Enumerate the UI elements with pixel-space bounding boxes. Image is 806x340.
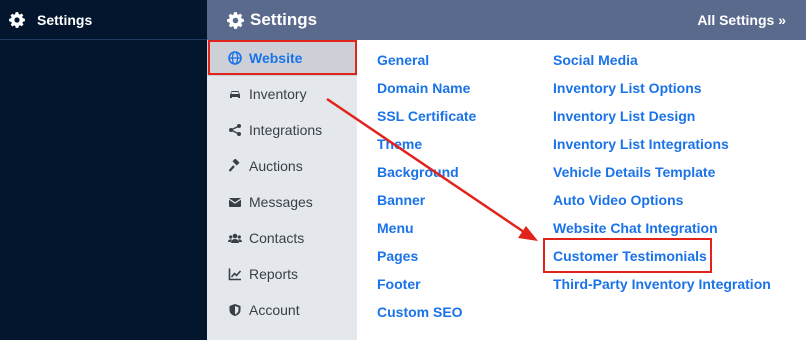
nav-item-website[interactable]: Website [207, 40, 357, 76]
link-theme[interactable]: Theme [377, 130, 476, 158]
all-settings-link[interactable]: All Settings » [697, 12, 786, 28]
shield-icon [228, 303, 242, 317]
link-inventory-list-design[interactable]: Inventory List Design [553, 102, 771, 130]
website-links-column-1: General Domain Name SSL Certificate Them… [377, 46, 476, 326]
nav-item-label: Inventory [249, 86, 307, 102]
nav-item-reports[interactable]: Reports [207, 256, 357, 292]
link-custom-seo[interactable]: Custom SEO [377, 298, 476, 326]
link-website-chat-integration[interactable]: Website Chat Integration [553, 214, 771, 242]
link-background[interactable]: Background [377, 158, 476, 186]
nav-item-label: Messages [249, 194, 313, 210]
nav-item-integrations[interactable]: Integrations [207, 112, 357, 148]
chart-icon [228, 267, 242, 281]
link-customer-testimonials[interactable]: Customer Testimonials [553, 242, 771, 270]
nav-item-messages[interactable]: Messages [207, 184, 357, 220]
website-links-column-2: Social Media Inventory List Options Inve… [553, 46, 771, 298]
nav-item-auctions[interactable]: Auctions [207, 148, 357, 184]
link-vehicle-details-template[interactable]: Vehicle Details Template [553, 158, 771, 186]
gear-icon [9, 11, 25, 28]
left-panel: Settings [0, 0, 207, 340]
left-settings-header[interactable]: Settings [0, 0, 207, 40]
link-third-party-inventory-integration[interactable]: Third-Party Inventory Integration [553, 270, 771, 298]
link-footer[interactable]: Footer [377, 270, 476, 298]
left-settings-label: Settings [37, 11, 93, 28]
nav-item-label: Contacts [249, 230, 305, 246]
link-auto-video-options[interactable]: Auto Video Options [553, 186, 771, 214]
users-icon [228, 231, 242, 245]
link-inventory-list-options[interactable]: Inventory List Options [553, 74, 771, 102]
globe-icon [228, 51, 242, 65]
link-general[interactable]: General [377, 46, 476, 74]
link-social-media[interactable]: Social Media [553, 46, 771, 74]
nav-item-account[interactable]: Account [207, 292, 357, 328]
nav-item-label: Account [249, 302, 300, 318]
link-domain-name[interactable]: Domain Name [377, 74, 476, 102]
page-title: Settings [250, 10, 318, 29]
envelope-icon [228, 195, 242, 209]
nav-item-contacts[interactable]: Contacts [207, 220, 357, 256]
share-icon [228, 123, 242, 137]
link-inventory-list-integrations[interactable]: Inventory List Integrations [553, 130, 771, 158]
car-icon [228, 87, 242, 101]
nav-item-label: Auctions [249, 158, 303, 174]
settings-nav: Website Inventory Integrations Auctions … [207, 40, 357, 340]
link-pages[interactable]: Pages [377, 242, 476, 270]
nav-item-inventory[interactable]: Inventory [207, 76, 357, 112]
nav-item-label: Website [249, 50, 303, 66]
nav-item-label: Reports [249, 266, 299, 282]
nav-item-label: Integrations [249, 122, 323, 138]
settings-topbar: Settings All Settings » [207, 0, 806, 40]
link-banner[interactable]: Banner [377, 186, 476, 214]
link-menu[interactable]: Menu [377, 214, 476, 242]
gear-icon [227, 11, 244, 29]
gavel-icon [228, 159, 242, 173]
link-ssl-certificate[interactable]: SSL Certificate [377, 102, 476, 130]
